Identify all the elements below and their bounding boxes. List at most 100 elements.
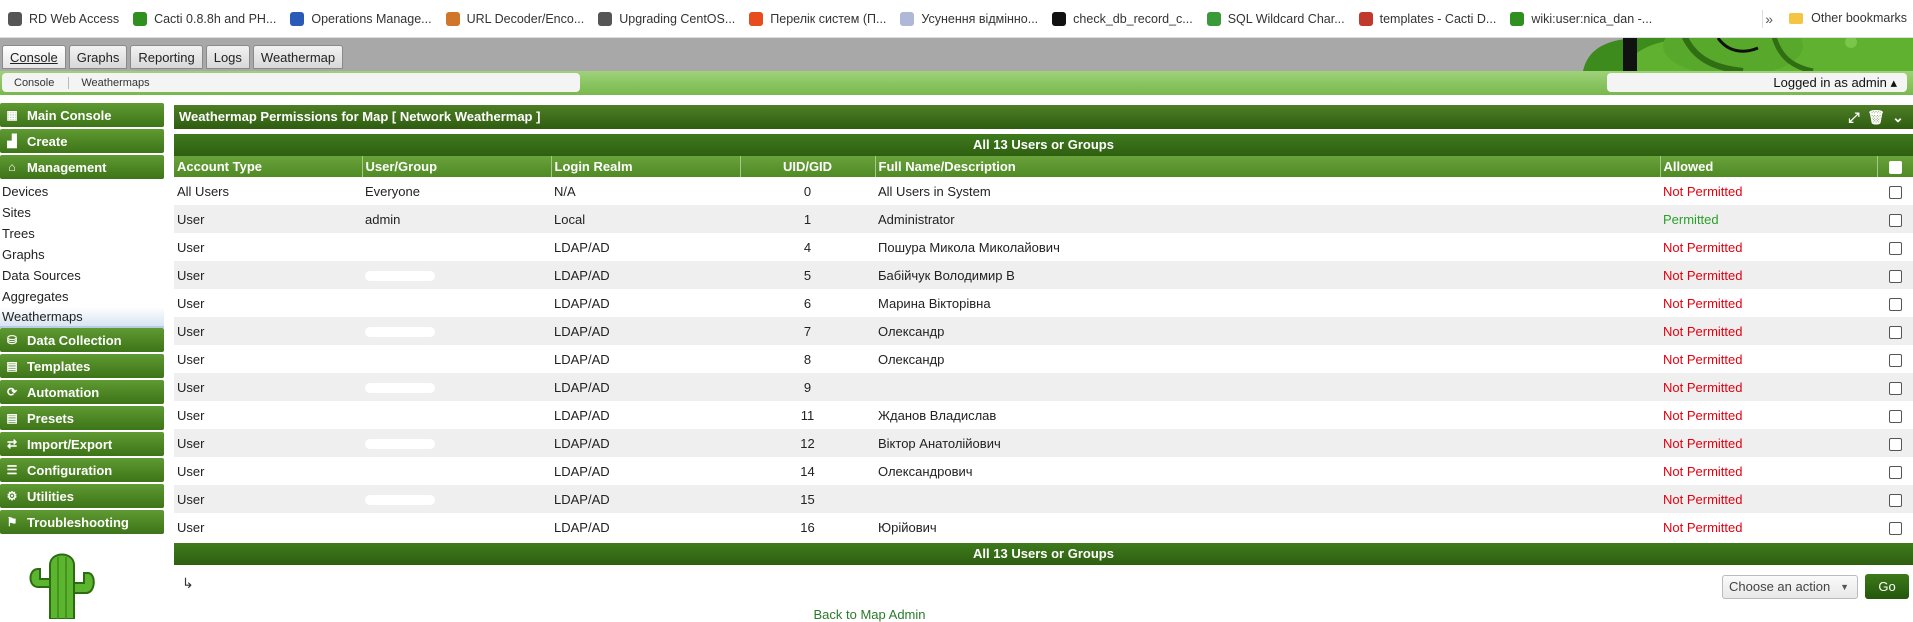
back-to-map-admin-link[interactable]: Back to Map Admin <box>0 607 1739 622</box>
sidebar-item-aggregates[interactable]: Aggregates <box>0 286 164 307</box>
table-row[interactable]: User LDAP/AD 7 Олександр Not Permitted <box>174 317 1913 345</box>
row-checkbox[interactable] <box>1877 205 1913 233</box>
table-row[interactable]: User LDAP/AD 16 Юрійович Not Permitted <box>174 513 1913 541</box>
checkbox[interactable] <box>1888 353 1902 367</box>
row-checkbox[interactable] <box>1877 261 1913 289</box>
allowed-cell-text: Not Permitted <box>1663 519 1743 535</box>
sidebar-item-trees[interactable]: Trees <box>0 223 164 244</box>
sidebar-main-console[interactable]: ▦ Main Console <box>0 103 164 127</box>
table-row[interactable]: User LDAP/AD 9 Not Permitted <box>174 373 1913 401</box>
bookmark-item[interactable]: SQL Wildcard Char... <box>1206 11 1345 26</box>
checkbox[interactable] <box>1888 409 1902 423</box>
checkbox[interactable] <box>1888 381 1902 395</box>
row-checkbox[interactable] <box>1877 401 1913 429</box>
row-checkbox[interactable] <box>1877 513 1913 541</box>
column-header-account-type[interactable]: Account Type <box>174 156 363 177</box>
tab-reporting[interactable]: Reporting <box>130 45 203 69</box>
table-row[interactable]: User LDAP/AD 6 Марина Вікторівна Not Permitt… <box>174 289 1913 317</box>
bookmark-item[interactable]: RD Web Access <box>8 11 119 26</box>
checkbox[interactable] <box>1888 297 1902 311</box>
bookmark-item[interactable]: URL Decoder/Enco... <box>445 11 584 26</box>
logged-in-user-menu[interactable]: Logged in as admin ▴ <box>1607 73 1907 92</box>
table-row[interactable]: User LDAP/AD 8 Олександр Not Permitted <box>174 345 1913 373</box>
checkbox[interactable] <box>1888 325 1902 339</box>
row-checkbox[interactable] <box>1877 289 1913 317</box>
sidebar-automation[interactable]: ⟳ Automation <box>0 380 164 404</box>
go-button[interactable]: Go <box>1865 574 1909 599</box>
checkbox[interactable] <box>1888 185 1902 199</box>
sidebar-configuration[interactable]: ☰ Configuration <box>0 458 164 482</box>
redaction-mark <box>365 411 435 422</box>
table-row[interactable]: User LDAP/AD 14 Олександрович Not Permitted <box>174 457 1913 485</box>
table-row[interactable]: User LDAP/AD 5 Бабійчук Володимир В Not Perm… <box>174 261 1913 289</box>
column-header-full-name[interactable]: Full Name/Description <box>875 156 1661 177</box>
row-checkbox[interactable] <box>1877 177 1913 205</box>
table-row[interactable]: User admin Local 1 Administrator Permitted <box>174 205 1913 233</box>
bookmarks-overflow-button[interactable]: » <box>1765 11 1773 27</box>
column-header-uid-gid[interactable]: UID/GID <box>740 156 876 177</box>
sidebar-templates[interactable]: ▤ Templates <box>0 354 164 378</box>
column-header-user-group[interactable]: User/Group <box>362 156 552 177</box>
select-all-checkbox[interactable] <box>1877 156 1913 177</box>
column-header-allowed[interactable]: Allowed <box>1660 156 1878 177</box>
table-row[interactable]: All Users Everyone N/A 0 All Users in System… <box>174 177 1913 205</box>
sidebar-management[interactable]: ⌂ Management <box>0 155 164 179</box>
checkbox[interactable] <box>1888 213 1902 227</box>
bookmark-item[interactable]: check_db_record_c... <box>1052 11 1193 26</box>
presets-icon: ▤ <box>6 411 18 425</box>
bookmark-item[interactable]: Усунення відмінно... <box>900 11 1039 26</box>
sidebar-main-console-label: Main Console <box>27 107 112 123</box>
sidebar-item-graphs[interactable]: Graphs <box>0 244 164 265</box>
trash-icon[interactable]: 🗑 <box>1865 105 1887 129</box>
row-checkbox[interactable] <box>1877 345 1913 373</box>
other-bookmarks-button[interactable]: Other bookmarks <box>1789 11 1907 25</box>
checkbox[interactable] <box>1888 241 1902 255</box>
column-header-login-realm[interactable]: Login Realm <box>551 156 741 177</box>
full-name-cell: Олександр <box>875 345 1660 373</box>
sidebar-import-export[interactable]: ⇄ Import/Export <box>0 432 164 456</box>
bookmark-item[interactable]: Operations Manage... <box>290 11 432 26</box>
checkbox[interactable] <box>1888 521 1902 535</box>
row-checkbox[interactable] <box>1877 233 1913 261</box>
sidebar-item-sites[interactable]: Sites <box>0 202 164 223</box>
tab-graphs[interactable]: Graphs <box>68 45 128 69</box>
checkbox[interactable] <box>1888 493 1902 507</box>
checkbox[interactable] <box>1888 269 1902 283</box>
bookmark-item[interactable]: Cacti 0.8.8h and PH... <box>133 11 276 26</box>
row-checkbox[interactable] <box>1877 317 1913 345</box>
login-realm-cell: LDAP/AD <box>551 401 740 429</box>
tab-weathermap[interactable]: Weathermap <box>252 45 344 69</box>
tab-console[interactable]: Console <box>2 45 66 69</box>
sidebar-item-weathermaps[interactable]: Weathermaps <box>0 307 164 328</box>
table-row[interactable]: User LDAP/AD 11 Жданов Владислав Not Permitt… <box>174 401 1913 429</box>
tab-logs[interactable]: Logs <box>205 45 250 69</box>
login-realm-cell: LDAP/AD <box>551 317 740 345</box>
sidebar-data-collection[interactable]: ⛁ Data Collection <box>0 328 164 352</box>
sidebar-presets[interactable]: ▤ Presets <box>0 406 164 430</box>
collapse-chevron-icon[interactable]: ⌄ <box>1887 105 1909 129</box>
table-row[interactable]: User LDAP/AD 4 Пошура Микола Миколайович Not… <box>174 233 1913 261</box>
row-checkbox[interactable] <box>1877 457 1913 485</box>
bookmark-item[interactable]: templates - Cacti D... <box>1358 11 1496 26</box>
bookmark-item[interactable]: Перелік систем (П... <box>749 11 886 26</box>
row-checkbox[interactable] <box>1877 373 1913 401</box>
action-select[interactable]: Choose an action ▼ <box>1722 575 1858 599</box>
bookmark-label: Усунення відмінно... <box>921 11 1039 26</box>
table-row[interactable]: User LDAP/AD 12 Віктор Анатолійович Not Perm… <box>174 429 1913 457</box>
checkbox[interactable] <box>1888 437 1902 451</box>
sidebar-item-data-sources[interactable]: Data Sources <box>0 265 164 286</box>
bookmark-item[interactable]: wiki:user:nica_dan -... <box>1510 11 1652 26</box>
row-checkbox[interactable] <box>1877 485 1913 513</box>
breadcrumb-console[interactable]: Console <box>2 77 68 89</box>
sidebar-troubleshooting[interactable]: ⚑ Troubleshooting <box>0 510 164 534</box>
row-checkbox[interactable] <box>1877 429 1913 457</box>
sidebar-utilities[interactable]: ⚙ Utilities <box>0 484 164 508</box>
sidebar-create[interactable]: ▟ Create <box>0 129 164 153</box>
table-row[interactable]: User LDAP/AD 15 Not Permitted <box>174 485 1913 513</box>
checkbox[interactable] <box>1888 465 1902 479</box>
full-name-cell-text: Юрійович <box>878 519 937 535</box>
sidebar-item-devices[interactable]: Devices <box>0 181 164 202</box>
breadcrumb-weathermaps[interactable]: Weathermaps <box>68 76 163 89</box>
fullscreen-icon[interactable]: ⤢ <box>1843 105 1865 129</box>
bookmark-item[interactable]: Upgrading CentOS... <box>598 11 735 26</box>
